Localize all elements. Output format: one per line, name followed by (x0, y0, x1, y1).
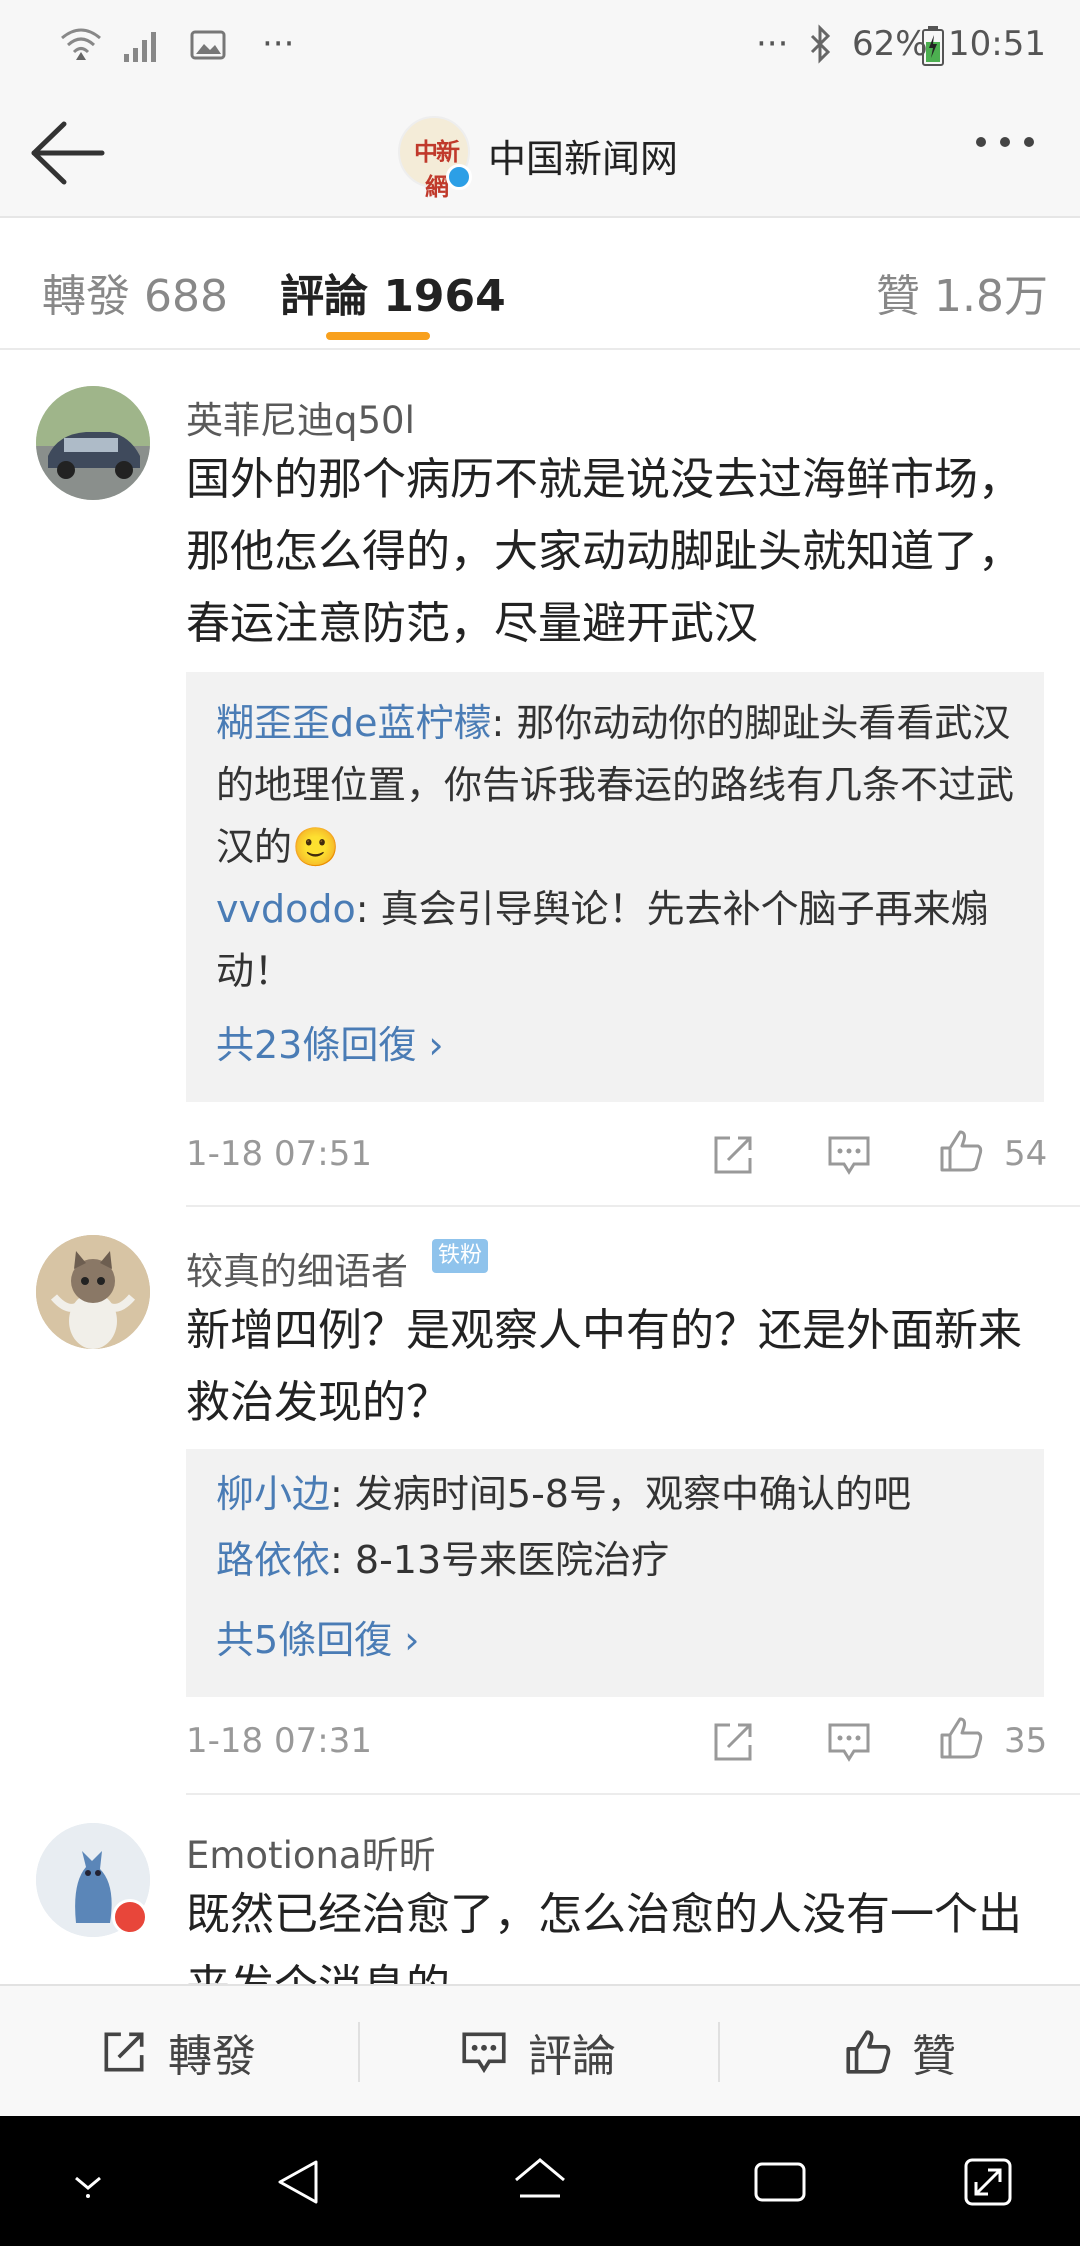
comment-icon[interactable] (824, 1130, 874, 1180)
battery-icon (922, 26, 944, 66)
comment-item: 英菲尼迪q50l 国外的那个病历不就是说没去过海鲜市场，那他怎么得的，大家动动脚… (0, 352, 1080, 1207)
comment-username[interactable]: 较真的细语者 (186, 1241, 408, 1295)
status-time: 10:51 (948, 24, 1046, 64)
like-icon (846, 2030, 891, 2074)
repost-label: 轉發 (168, 2031, 256, 2082)
reply-username[interactable]: 柳小边 (216, 1472, 330, 1516)
tab-repost[interactable]: 轉發 688 (42, 260, 228, 324)
tab-bar: 轉發 688 評論 1964 贊 1.8万 (0, 220, 1080, 350)
tab-comment[interactable]: 評論 1964 (280, 260, 506, 324)
comment-text: 国外的那个病历不就是说没去过海鲜市场，那他怎么得的，大家动动脚趾头就知道了，春运… (186, 454, 1022, 649)
like-count: 35 (1004, 1721, 1048, 1761)
reply-username[interactable]: vvdodo (216, 887, 356, 931)
like-button[interactable]: 贊 (842, 2020, 956, 2084)
like-icon[interactable] (936, 1126, 986, 1176)
system-navigation-bar (0, 2116, 1080, 2246)
comment-timestamp: 1-18 07:31 (186, 1721, 372, 1761)
reply-username[interactable]: 路依依 (216, 1538, 330, 1582)
reply-text: : 发病时间5-8号，观察中确认的吧 (330, 1472, 911, 1516)
expand-screen-icon[interactable] (958, 2152, 1018, 2212)
reply-username[interactable]: 糊歪歪de蓝柠檬 (216, 701, 492, 745)
comment-text: 新增四例？是观察人中有的？还是外面新来救治发现的？ (186, 1305, 1022, 1428)
comment-button[interactable]: 評論 (458, 2020, 616, 2084)
bottom-action-bar: 轉發 評論 贊 (0, 1984, 1080, 2116)
avatar[interactable] (36, 1823, 150, 1937)
comment-text: 既然已经治愈了，怎么治愈的人没有一个出来发个消息的。 (186, 1889, 1022, 1984)
comment-label: 評論 (528, 2031, 616, 2082)
back-nav-icon[interactable] (270, 2152, 330, 2212)
reply-item[interactable]: vvdodo: 真会引导舆论！先去补个脑子再来煽动！ (216, 878, 1016, 1002)
reply-box[interactable]: 柳小边: 发病时间5-8号，观察中确认的吧 路依依: 8-13号来医院治疗 共5… (186, 1449, 1044, 1697)
share-icon[interactable] (708, 1130, 758, 1180)
wifi-icon (61, 28, 101, 60)
repost-button[interactable]: 轉發 (98, 2020, 256, 2084)
fan-badge: 铁粉 (432, 1239, 489, 1273)
top-nav-bar: 中新網 中国新闻网 (0, 90, 1080, 218)
car-photo-icon (36, 386, 150, 500)
like-label: 贊 (912, 2031, 956, 2082)
battery-percent: 62% (852, 24, 928, 64)
image-icon (190, 30, 226, 60)
share-icon[interactable] (708, 1717, 758, 1767)
bluetooth-icon (810, 24, 831, 64)
account-avatar[interactable]: 中新網 (398, 116, 472, 201)
avatar[interactable] (36, 386, 150, 500)
like-icon[interactable] (936, 1713, 986, 1763)
signal-icon (124, 32, 156, 62)
back-arrow-icon[interactable] (28, 120, 108, 186)
status-bar: ··· ··· 62% 10:51 (0, 0, 1080, 90)
separator (358, 2022, 360, 2082)
collapse-nav-icon[interactable] (58, 2152, 118, 2212)
reply-item[interactable]: 路依依: 8-13号来医院治疗 (216, 1529, 1016, 1591)
recent-apps-icon[interactable] (750, 2152, 810, 2212)
like-count: 54 (1004, 1134, 1048, 1174)
reply-item[interactable]: 柳小边: 发病时间5-8号，观察中确认的吧 (216, 1463, 1016, 1525)
reply-text: : 8-13号来医院治疗 (330, 1538, 670, 1582)
avatar[interactable] (36, 1235, 150, 1349)
more-replies-link[interactable]: 共5條回復 › (216, 1609, 419, 1664)
reply-item[interactable]: 糊歪歪de蓝柠檬: 那你动动你的脚趾头看看武汉的地理位置，你告诉我春运的路线有几… (216, 692, 1016, 878)
verified-badge-icon (446, 164, 472, 190)
status-more-right: ··· (756, 24, 789, 64)
reply-box[interactable]: 糊歪歪de蓝柠檬: 那你动动你的脚趾头看看武汉的地理位置，你告诉我春运的路线有几… (186, 672, 1044, 1102)
member-badge-icon (112, 1899, 148, 1935)
comment-username[interactable]: 英菲尼迪q50l (186, 390, 415, 444)
home-nav-icon[interactable] (510, 2152, 570, 2212)
more-replies-link[interactable]: 共23條回復 › (216, 1014, 444, 1069)
comment-timestamp: 1-18 07:51 (186, 1134, 372, 1174)
repost-icon (104, 2032, 144, 2072)
more-options-icon[interactable] (976, 132, 1056, 172)
comment-item: 较真的细语者 铁粉 新增四例？是观察人中有的？还是外面新来救治发现的？ 柳小边:… (0, 1207, 1080, 1795)
tab-like[interactable]: 贊 1.8万 (876, 260, 1048, 324)
status-more-left: ··· (262, 24, 295, 64)
comment-icon (462, 2032, 506, 2074)
active-tab-indicator (326, 332, 430, 340)
separator (718, 2022, 720, 2082)
cat-photo-icon (36, 1235, 150, 1349)
comment-item: Emotiona昕昕 既然已经治愈了，怎么治愈的人没有一个出来发个消息的。 (0, 1795, 1080, 1984)
comment-username[interactable]: Emotiona昕昕 (186, 1825, 436, 1879)
page-title[interactable]: 中国新闻网 (488, 128, 678, 183)
comment-icon[interactable] (824, 1717, 874, 1767)
